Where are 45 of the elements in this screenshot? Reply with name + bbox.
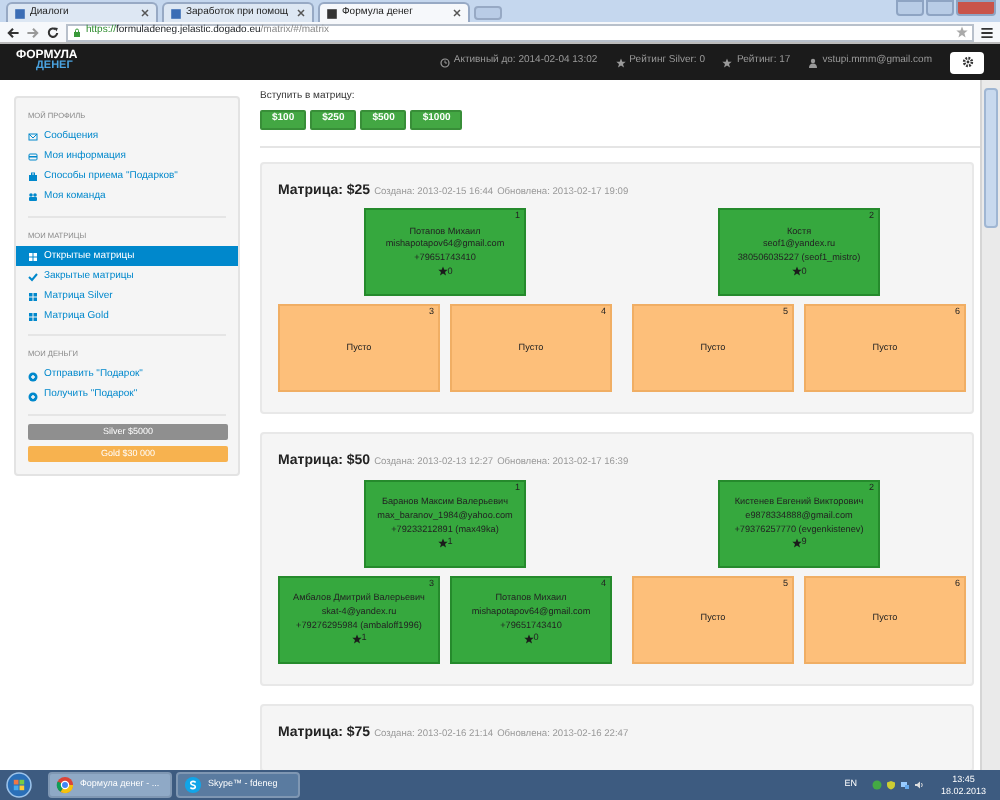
minimize-button[interactable] bbox=[896, 0, 924, 16]
scroll-thumb[interactable] bbox=[984, 88, 998, 228]
shield-icon bbox=[886, 780, 897, 790]
page-icon bbox=[14, 7, 26, 19]
close-icon bbox=[140, 8, 150, 18]
star-icon bbox=[523, 633, 534, 644]
network-icon bbox=[900, 780, 911, 790]
clock-icon bbox=[439, 57, 450, 67]
maximize-button[interactable] bbox=[926, 0, 954, 16]
star-icon bbox=[351, 633, 362, 644]
star-icon bbox=[791, 266, 802, 277]
scrollbar[interactable] bbox=[980, 80, 1000, 770]
user-icon bbox=[808, 57, 819, 67]
star-icon bbox=[437, 266, 448, 277]
close-icon bbox=[452, 8, 462, 18]
info-icon bbox=[872, 780, 883, 790]
grid-icon bbox=[28, 251, 38, 262]
card-icon bbox=[28, 152, 38, 163]
grid-icon bbox=[28, 291, 38, 302]
star-icon bbox=[437, 537, 448, 548]
speaker-icon bbox=[914, 780, 925, 790]
briefcase-icon bbox=[28, 172, 38, 183]
forward-icon bbox=[26, 25, 40, 39]
new-tab-button[interactable] bbox=[474, 6, 502, 20]
chat-logo-icon bbox=[184, 776, 202, 794]
menu-icon bbox=[980, 25, 994, 39]
back-icon bbox=[6, 25, 20, 39]
reload-icon bbox=[46, 25, 60, 39]
check-icon bbox=[28, 271, 38, 282]
lock-icon bbox=[72, 27, 82, 37]
bookmark-star-icon bbox=[956, 26, 968, 38]
page-icon bbox=[326, 7, 338, 19]
star-icon bbox=[722, 57, 733, 67]
grid-icon bbox=[28, 311, 38, 322]
team-icon bbox=[28, 192, 38, 203]
close-icon bbox=[296, 8, 306, 18]
settings-icon bbox=[961, 56, 973, 68]
page-icon bbox=[170, 7, 182, 19]
star-icon bbox=[615, 57, 626, 67]
star-icon bbox=[791, 537, 802, 548]
envelope-icon bbox=[28, 132, 38, 143]
close-button[interactable] bbox=[956, 0, 996, 16]
settings-button[interactable] bbox=[950, 51, 984, 73]
browser-logo-icon bbox=[56, 776, 74, 794]
start-orb-icon bbox=[6, 772, 32, 798]
